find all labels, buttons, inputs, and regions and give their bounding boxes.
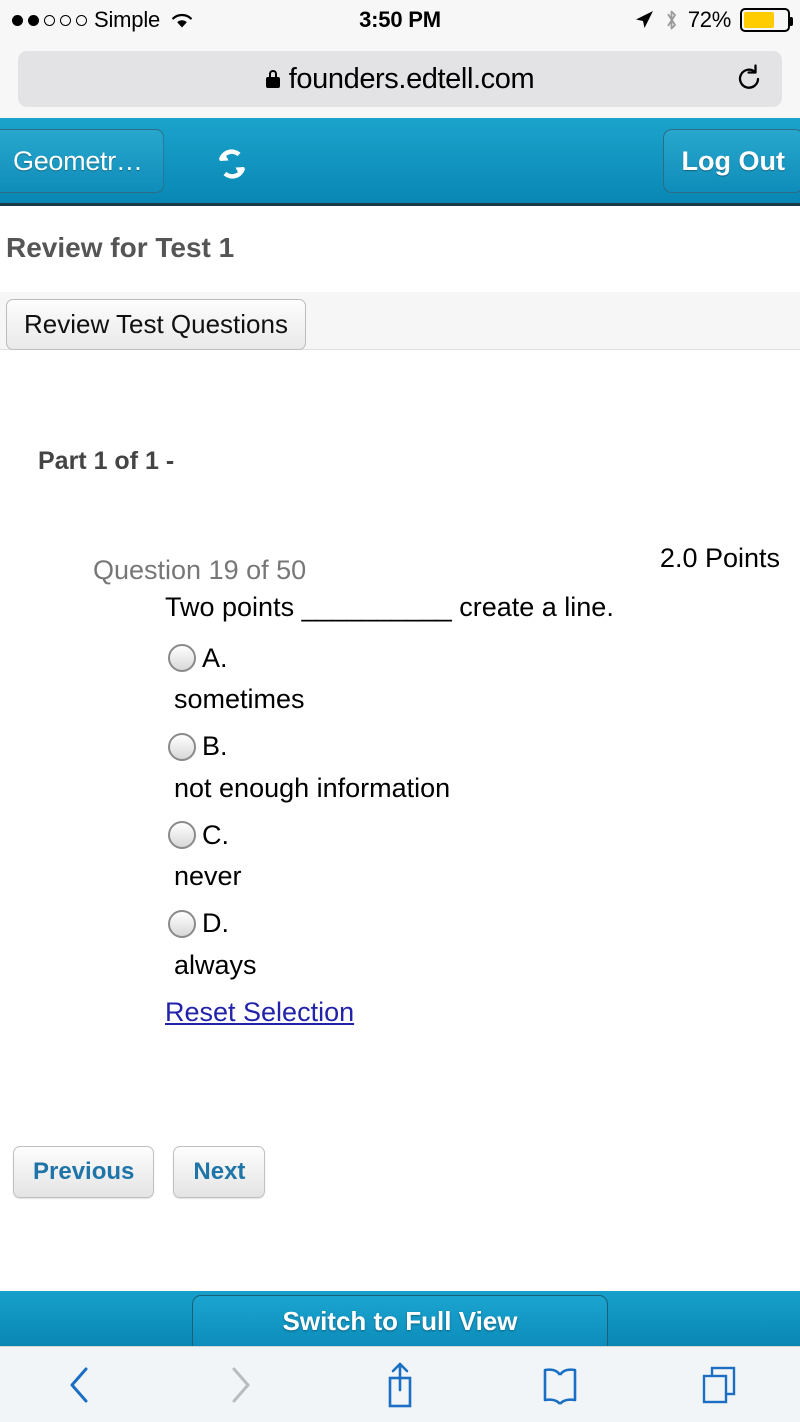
ios-status-bar: Simple 3:50 PM 72% (0, 0, 800, 40)
safari-bottom-toolbar (0, 1346, 800, 1422)
tab-strip: Review Test Questions (0, 292, 800, 350)
lock-icon (265, 70, 280, 88)
safari-share-button[interactable] (320, 1360, 480, 1410)
safari-forward-button[interactable] (160, 1363, 320, 1407)
app-footer: Switch to Full View (0, 1291, 800, 1347)
reload-icon[interactable] (734, 64, 764, 94)
answer-option-a[interactable]: A. sometimes (168, 637, 728, 720)
location-arrow-icon (635, 11, 653, 28)
answer-option-b[interactable]: B. not enough information (168, 726, 728, 809)
battery-icon (740, 8, 793, 32)
bookmarks-icon (543, 1367, 577, 1405)
question-text: Two points __________ create a line. (165, 592, 614, 622)
safari-tabs-button[interactable] (640, 1363, 800, 1407)
status-bar-right: 72% (520, 7, 800, 33)
radio-button-a[interactable] (168, 644, 196, 672)
answer-letter-d: D. (202, 908, 229, 938)
answer-letter-c: C. (202, 819, 229, 850)
tab-review-test-questions[interactable]: Review Test Questions (6, 299, 306, 350)
radio-button-c[interactable] (168, 821, 196, 849)
signal-strength-icon (12, 14, 87, 26)
part-label: Part 1 of 1 - (38, 447, 175, 475)
answer-text-b: not enough information (174, 772, 451, 803)
safari-bookmarks-button[interactable] (480, 1363, 640, 1407)
app-header: Geometr… Log Out (0, 118, 800, 206)
answer-text-a: sometimes (174, 684, 305, 714)
previous-button[interactable]: Previous (13, 1146, 155, 1198)
next-button[interactable]: Next (173, 1146, 266, 1198)
answer-letter-a: A. (202, 642, 228, 673)
page-title: Review for Test 1 (6, 232, 235, 263)
clock: 3:50 PM (359, 7, 441, 32)
tabs-icon (702, 1366, 736, 1403)
answer-choices: A. sometimes B. not enough information C… (168, 637, 728, 991)
status-bar-center: 3:50 PM (280, 7, 520, 33)
radio-button-d[interactable] (168, 909, 196, 938)
status-bar-left: Simple (0, 7, 280, 33)
url-text: founders.edtell.com (288, 62, 535, 95)
share-icon (388, 1362, 412, 1407)
sync-icon[interactable] (213, 145, 251, 183)
radio-button-b[interactable] (168, 732, 196, 761)
question-navigation: Previous Next (13, 1146, 266, 1198)
logout-button-label: Log Out (681, 145, 785, 176)
reset-selection-link[interactable]: Reset Selection (165, 997, 354, 1028)
question-number: Question 19 of 50 (93, 555, 307, 585)
bluetooth-icon (667, 10, 676, 30)
safari-back-button[interactable] (0, 1363, 160, 1407)
back-chevron-icon (70, 1367, 88, 1402)
safari-url-bar-area: founders.edtell.com (0, 40, 800, 118)
battery-percent: 72% (687, 7, 731, 32)
question-points: 2.0 Points (659, 543, 780, 573)
answer-option-d[interactable]: D. always (168, 903, 728, 986)
iphone-screen: Simple 3:50 PM 72% founders.edtell.com G… (0, 0, 800, 1422)
switch-to-full-view-label: Switch to Full View (282, 1305, 518, 1336)
url-input[interactable]: founders.edtell.com (18, 51, 782, 107)
logout-button[interactable]: Log Out (662, 129, 800, 193)
answer-text-d: always (174, 949, 257, 980)
back-button-label: Geometr… (13, 145, 143, 176)
answer-letter-b: B. (202, 731, 228, 761)
wifi-icon (170, 11, 194, 29)
back-to-course-button[interactable]: Geometr… (0, 129, 164, 193)
answer-text-c: never (174, 861, 242, 891)
forward-chevron-icon (232, 1367, 250, 1402)
carrier-name: Simple (94, 7, 161, 32)
switch-to-full-view-button[interactable]: Switch to Full View (192, 1295, 608, 1347)
answer-option-c[interactable]: C. never (168, 814, 728, 897)
